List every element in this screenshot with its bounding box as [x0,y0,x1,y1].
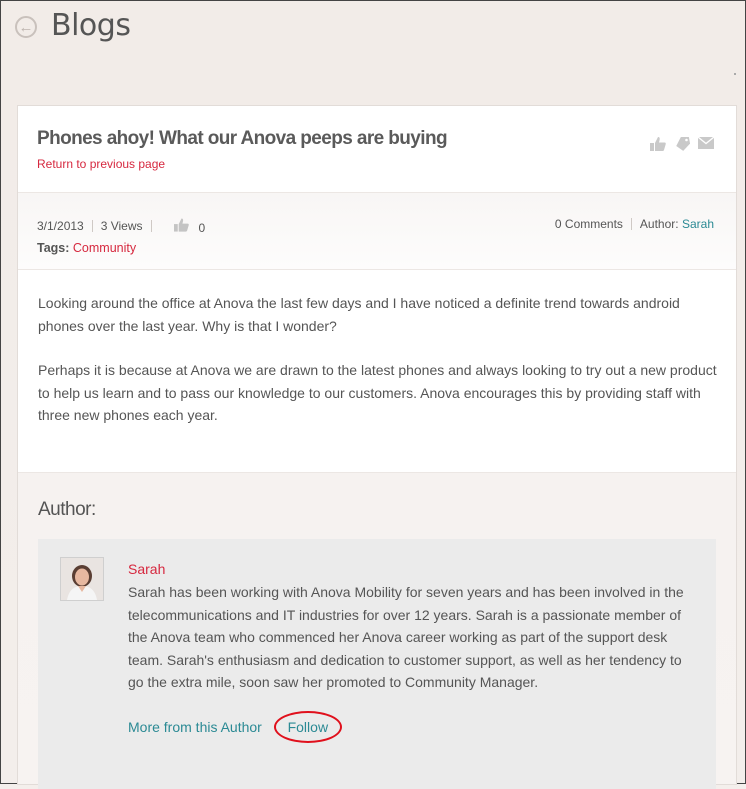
author-label: Author: [639,217,679,231]
decorative-dot [734,73,736,75]
author-card: Sarah Sarah has been working with Anova … [38,539,716,789]
page-header: ← Blogs [15,5,131,45]
window-frame: ← Blogs Phones ahoy! What our Anova peep… [0,0,746,789]
tag-link-community[interactable]: Community [73,241,136,255]
page-title: Blogs [51,7,131,43]
post-meta: 3/1/2013 3 Views 0 0 Comments Author: Sa… [18,192,736,270]
mail-icon[interactable] [698,137,714,151]
view-count: 3 Views [100,219,143,233]
post-comments-author: 0 Comments Author: Sarah [555,217,714,231]
avatar[interactable] [60,557,104,601]
post-paragraph: Perhaps it is because at Anova we are dr… [38,362,717,423]
post-paragraph: Looking around the office at Anova the l… [38,295,680,334]
divider [630,218,632,230]
post-stats: 3/1/2013 3 Views 0 [37,217,205,235]
post-date: 3/1/2013 [37,219,84,233]
author-bio: Sarah has been working with Anova Mobili… [128,584,684,690]
tags-label: Tags: [37,241,70,255]
highlight-circle [273,711,342,743]
back-arrow-icon[interactable]: ← [15,16,37,38]
thumbs-up-icon[interactable] [650,137,666,151]
like-thumbs-up-icon[interactable] [173,217,189,235]
follow-wrapper: Follow [273,711,342,743]
author-name[interactable]: Sarah [128,561,165,577]
post-body: Looking around the office at Anova the l… [38,292,718,449]
divider [150,220,152,232]
return-to-previous-link[interactable]: Return to previous page [37,157,165,171]
author-link[interactable]: Sarah [682,217,714,231]
post-title: Phones ahoy! What our Anova peeps are bu… [37,128,448,149]
author-section: Author: Sarah Sarah has been working wit… [18,472,736,789]
comment-count[interactable]: 0 Comments [555,217,623,231]
post-header: Phones ahoy! What our Anova peeps are bu… [18,106,736,192]
author-actions: More from this Author Follow [128,711,342,743]
blog-post-card: Phones ahoy! What our Anova peeps are bu… [17,105,737,789]
more-from-author-link[interactable]: More from this Author [128,719,262,735]
post-tags: Tags: Community [37,241,136,255]
author-section-heading: Author: [38,499,96,520]
share-toolbar [650,137,714,151]
divider [91,220,93,232]
tag-icon[interactable] [674,137,690,151]
like-count: 0 [198,221,206,235]
